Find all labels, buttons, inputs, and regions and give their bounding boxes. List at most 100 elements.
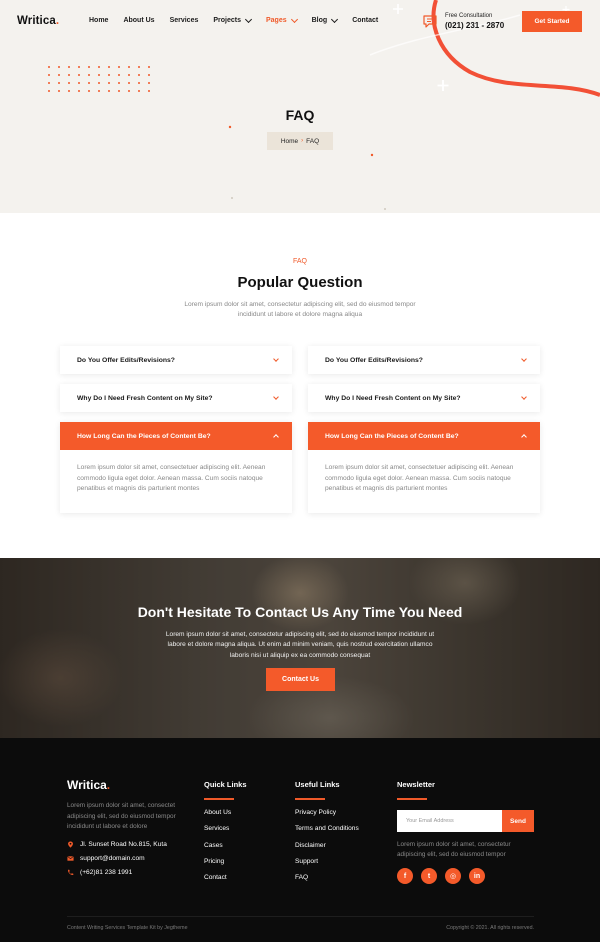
dot [98, 66, 100, 68]
faq-item-open: How Long Can the Pieces of Content Be? L… [308, 422, 540, 513]
dot [98, 82, 100, 84]
site-header: Writica. Home About Us Services Projects… [0, 0, 600, 44]
dot [88, 90, 90, 92]
faq-item: Do You Offer Edits/Revisions? [308, 346, 540, 374]
nav-item-about-us[interactable]: About Us [123, 17, 154, 24]
newsletter-description: Lorem ipsum dolor sit amet, consectetur … [397, 841, 511, 858]
envelope-icon [67, 856, 74, 861]
nav-item-home[interactable]: Home [89, 17, 108, 24]
dot [138, 90, 140, 92]
logo[interactable]: Writica. [17, 15, 59, 27]
contact-cta-banner: Don't Hesitate To Contact Us Any Time Yo… [0, 558, 600, 738]
dot [128, 90, 130, 92]
footer-link-faq[interactable]: FAQ [295, 874, 308, 881]
faq-column-left: Do You Offer Edits/Revisions? Why Do I N… [60, 346, 292, 523]
breadcrumb: Home › FAQ [267, 132, 333, 150]
footer-link-terms[interactable]: Terms and Conditions [295, 825, 359, 832]
dot [68, 90, 70, 92]
footer-phone[interactable]: (+62)81 238 1991 [67, 869, 132, 876]
dot [148, 82, 150, 84]
chevron-down-icon [521, 394, 527, 400]
contact-us-button[interactable]: Contact Us [266, 668, 335, 691]
dot [48, 66, 50, 68]
footer-link-cases[interactable]: Cases [204, 842, 223, 849]
faq-question-toggle[interactable]: How Long Can the Pieces of Content Be? [60, 422, 292, 450]
footer-link-disclaimer[interactable]: Disclaimer [295, 842, 326, 849]
faq-item: Why Do I Need Fresh Content on My Site? [60, 384, 292, 412]
dot [148, 74, 150, 76]
faq-item: Do You Offer Edits/Revisions? [60, 346, 292, 374]
dot [108, 82, 110, 84]
footer-link-about-us[interactable]: About Us [204, 809, 231, 816]
heading-underline [295, 798, 325, 800]
faq-question-toggle[interactable]: Do You Offer Edits/Revisions? [308, 346, 540, 374]
footer-divider [67, 916, 534, 917]
dot [118, 82, 120, 84]
newsletter-email-input[interactable]: Your Email Address [397, 810, 502, 832]
dot [88, 82, 90, 84]
footer-description: Lorem ipsum dolor sit amet, consectet ad… [67, 802, 176, 830]
phone-icon [68, 869, 74, 875]
breadcrumb-home-link[interactable]: Home [281, 138, 298, 145]
chevron-down-icon [521, 356, 527, 362]
page-title: FAQ [285, 107, 315, 123]
linkedin-icon[interactable]: in [469, 868, 485, 884]
newsletter-heading: Newsletter [397, 780, 435, 789]
faq-question-toggle[interactable]: How Long Can the Pieces of Content Be? [308, 422, 540, 450]
location-pin-icon [68, 841, 73, 848]
dot [138, 66, 140, 68]
site-footer: Writica. Lorem ipsum dolor sit amet, con… [0, 738, 600, 942]
faq-column-right: Do You Offer Edits/Revisions? Why Do I N… [308, 346, 540, 523]
dot [118, 90, 120, 92]
footer-copyright: Copyright © 2021. All rights reserved. [446, 925, 534, 931]
nav-item-blog[interactable]: Blog [312, 15, 339, 24]
footer-link-services[interactable]: Services [204, 825, 229, 832]
dot [78, 90, 80, 92]
nav-item-pages[interactable]: Pages [266, 15, 298, 24]
consult-phone: (021) 231 - 2870 [445, 21, 505, 30]
dot [108, 74, 110, 76]
nav-item-projects[interactable]: Projects [213, 15, 253, 24]
chevron-up-icon [273, 434, 279, 440]
free-consultation[interactable]: Free Consultation (021) 231 - 2870 [422, 13, 504, 30]
dot [68, 82, 70, 84]
dot [88, 74, 90, 76]
facebook-icon[interactable]: f [397, 868, 413, 884]
nav-item-services[interactable]: Services [170, 17, 199, 24]
dot [98, 90, 100, 92]
heading-underline [204, 798, 234, 800]
dot [58, 82, 60, 84]
dot [128, 82, 130, 84]
nav-item-contact[interactable]: Contact [352, 17, 378, 24]
footer-link-pricing[interactable]: Pricing [204, 858, 224, 865]
faq-description: Lorem ipsum dolor sit amet, consectetur … [184, 301, 416, 318]
twitter-icon[interactable]: t [421, 868, 437, 884]
footer-logo[interactable]: Writica. [67, 778, 110, 792]
dot [78, 66, 80, 68]
newsletter-send-button[interactable]: Send [502, 810, 534, 832]
faq-question-toggle[interactable]: Why Do I Need Fresh Content on My Site? [308, 384, 540, 412]
get-started-button[interactable]: Get Started [522, 11, 582, 32]
dot [68, 66, 70, 68]
dot [48, 82, 50, 84]
footer-link-privacy-policy[interactable]: Privacy Policy [295, 809, 336, 816]
dot [58, 90, 60, 92]
dot [148, 66, 150, 68]
instagram-icon[interactable]: ◎ [445, 868, 461, 884]
chevron-up-icon [521, 434, 527, 440]
chevron-down-icon [331, 15, 339, 23]
footer-credit: Content Writing Services Template Kit by… [67, 925, 188, 931]
footer-link-support[interactable]: Support [295, 858, 318, 865]
dot [118, 66, 120, 68]
dot [138, 74, 140, 76]
faq-question-toggle[interactable]: Why Do I Need Fresh Content on My Site? [60, 384, 292, 412]
dot [78, 82, 80, 84]
faq-question-toggle[interactable]: Do You Offer Edits/Revisions? [60, 346, 292, 374]
footer-link-contact[interactable]: Contact [204, 874, 227, 881]
faq-item: Why Do I Need Fresh Content on My Site? [308, 384, 540, 412]
footer-email[interactable]: support@domain.com [67, 855, 145, 862]
chevron-down-icon [290, 15, 298, 23]
breadcrumb-current: FAQ [306, 137, 320, 145]
dot [58, 66, 60, 68]
main-nav: Home About Us Services Projects Pages Bl… [89, 15, 393, 24]
